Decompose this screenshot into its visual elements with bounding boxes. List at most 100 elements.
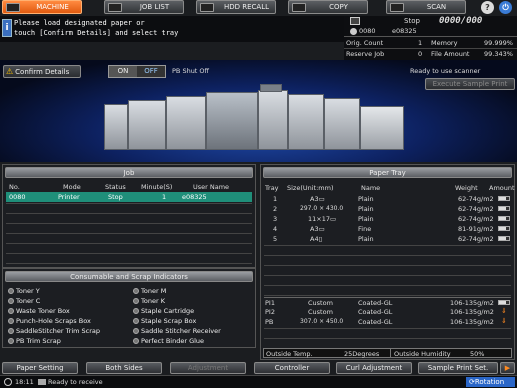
job-panel-title: Job bbox=[5, 167, 253, 178]
message-line-1: Please load designated paper or bbox=[14, 19, 145, 27]
indicator-saddle-trim: SaddleStitcher Trim Scrap bbox=[8, 327, 100, 335]
toner-icon bbox=[8, 298, 14, 304]
glue-icon bbox=[133, 338, 139, 344]
confirm-details-button[interactable]: ⚠ Confirm Details bbox=[3, 65, 81, 78]
receive-icon bbox=[38, 379, 46, 385]
status-panel: Stop 0000/000 0080 e08325 Orig. Count 1 … bbox=[344, 16, 517, 60]
tab-copy[interactable]: COPY bbox=[288, 0, 368, 14]
curl-adjustment-button[interactable]: Curl Adjustment bbox=[336, 362, 412, 374]
indicator-punch-hole: Punch-Hole Scraps Box bbox=[8, 317, 91, 325]
tray-row[interactable]: 5 A4▯ Plain 62-74g/m2 bbox=[264, 235, 511, 244]
job-col-minute: Minute(S) bbox=[141, 183, 173, 191]
indicator-binder-glue: Perfect Binder Glue bbox=[133, 337, 204, 345]
outside-temp-label: Outside Temp. bbox=[266, 350, 313, 358]
tray-row-pb[interactable]: PB 307.0 × 450.0 Coated-GL 106-135g/m2 ⇓ bbox=[264, 317, 511, 326]
warning-icon: ⚠ bbox=[6, 67, 14, 76]
paper-setting-button[interactable]: Paper Setting bbox=[2, 362, 78, 374]
both-sides-button[interactable]: Both Sides bbox=[86, 362, 162, 374]
indicator-toner-y: Toner Y bbox=[8, 287, 40, 295]
paper-amount-gauge bbox=[498, 216, 510, 221]
user-name: e08325 bbox=[392, 27, 417, 35]
paper-amount-gauge bbox=[498, 196, 510, 201]
controller-button[interactable]: Controller bbox=[254, 362, 330, 374]
reserve-job-label: Reserve Job bbox=[346, 50, 385, 58]
message-area: i Please load designated paper or touch … bbox=[0, 16, 344, 42]
scan-icon bbox=[390, 2, 404, 12]
job-list-icon bbox=[108, 2, 122, 12]
ready-scanner-text: Ready to use scanner bbox=[410, 67, 481, 75]
job-number: 0080 bbox=[359, 27, 376, 35]
info-icon: i bbox=[2, 19, 12, 37]
help-icon[interactable]: ? bbox=[481, 1, 494, 14]
scroll-arrow-icon[interactable]: ▶ bbox=[500, 362, 515, 374]
rotation-badge: ⟳Rotation bbox=[466, 377, 515, 387]
staple-icon bbox=[133, 318, 139, 324]
power-icon[interactable]: ⏻ bbox=[499, 1, 512, 14]
environment-bar: Outside Temp. 25Degrees Outside Humidity… bbox=[263, 348, 512, 358]
orig-count-label: Orig. Count bbox=[346, 39, 384, 47]
machine-view: ⚠ Confirm Details ON OFF PB Shut Off Read… bbox=[0, 60, 517, 162]
tray-col-weight: Weight bbox=[455, 184, 478, 192]
job-col-no: No. bbox=[9, 183, 20, 191]
indicator-toner-k: Toner K bbox=[133, 297, 165, 305]
counter-display: 0000/000 bbox=[439, 16, 483, 26]
indicator-toner-m: Toner M bbox=[133, 287, 166, 295]
paper-tray-title: Paper Tray bbox=[263, 167, 512, 178]
outside-humidity-label: Outside Humidity bbox=[394, 350, 451, 358]
sample-print-set-button[interactable]: Sample Print Set. bbox=[418, 362, 498, 374]
clock-icon bbox=[4, 378, 12, 386]
tray-row[interactable]: 4 A3▭ Fine 81-91g/m2 bbox=[264, 225, 511, 234]
tray-col-tray: Tray bbox=[265, 184, 279, 192]
paper-amount-gauge bbox=[498, 226, 510, 231]
paper-tray-panel: Paper Tray Tray Size(Unit:mm) Name Weigh… bbox=[260, 164, 515, 360]
indicator-toner-c: Toner C bbox=[8, 297, 40, 305]
paper-amount-gauge bbox=[498, 236, 510, 241]
tray-row[interactable]: 1 A3▭ Plain 62-74g/m2 bbox=[264, 195, 511, 204]
file-amount-value: 99.343% bbox=[484, 50, 513, 58]
tray-col-name: Name bbox=[361, 184, 381, 192]
job-col-status: Status bbox=[105, 183, 126, 191]
toggle-off[interactable]: OFF bbox=[137, 66, 165, 77]
user-icon bbox=[350, 28, 357, 35]
tab-hdd-recall[interactable]: HDD RECALL bbox=[196, 0, 276, 14]
tray-col-amount: Amount bbox=[489, 184, 515, 192]
tab-machine[interactable]: MACHINE bbox=[2, 0, 82, 14]
machine-icon bbox=[6, 2, 20, 12]
job-col-user: User Name bbox=[193, 183, 230, 191]
indicator-staple-scrap: Staple Scrap Box bbox=[133, 317, 196, 325]
memory-value: 99.999% bbox=[484, 39, 513, 47]
receiver-icon bbox=[133, 328, 139, 334]
reserve-job-value: 0 bbox=[418, 50, 423, 58]
trim-icon bbox=[8, 338, 14, 344]
outside-temp-value: 25Degrees bbox=[344, 350, 380, 358]
consumables-title: Consumable and Scrap Indicators bbox=[5, 271, 253, 282]
tray-row-pi2[interactable]: PI2 Custom Coated-GL 106-135g/m2 ⇓ bbox=[264, 307, 511, 316]
toggle-on[interactable]: ON bbox=[109, 66, 137, 77]
tray-row-pi1[interactable]: PI1 Custom Coated-GL 106-135g/m2 bbox=[264, 297, 511, 307]
toner-icon bbox=[8, 288, 14, 294]
indicator-saddle-receiver: Saddle Stitcher Receiver bbox=[133, 327, 221, 335]
tray-row[interactable]: 2 297.0 × 430.0 Plain 62-74g/m2 bbox=[264, 205, 511, 214]
orig-count-value: 1 bbox=[418, 39, 423, 47]
tray-row[interactable]: 3 11×17▭ Plain 62-74g/m2 bbox=[264, 215, 511, 224]
job-row-selected[interactable]: 0080 Printer Stop 1 e08325 bbox=[6, 192, 252, 202]
footer-status: Ready to receive bbox=[48, 378, 103, 386]
file-amount-label: File Amount bbox=[431, 50, 470, 58]
execute-sample-print-button[interactable]: Execute Sample Print bbox=[425, 78, 515, 90]
waste-toner-icon bbox=[8, 308, 14, 314]
copy-icon bbox=[292, 2, 306, 12]
consumables-panel: Consumable and Scrap Indicators Toner Y … bbox=[2, 268, 256, 348]
indicator-pb-trim: PB Trim Scrap bbox=[8, 337, 61, 345]
staple-icon bbox=[133, 308, 139, 314]
toner-icon bbox=[133, 288, 139, 294]
footer: 18:11 Ready to receive ⟳Rotation bbox=[0, 375, 517, 388]
message-line-2: touch [Confirm Details] and select tray bbox=[14, 29, 179, 37]
pb-shutoff-toggle[interactable]: ON OFF bbox=[108, 65, 166, 78]
job-panel: Job No. Mode Status Minute(S) User Name … bbox=[2, 164, 256, 268]
tab-job-list[interactable]: JOB LIST bbox=[104, 0, 184, 14]
tab-scan[interactable]: SCAN bbox=[386, 0, 466, 14]
adjustment-button[interactable]: Adjustment bbox=[170, 362, 246, 374]
job-col-mode: Mode bbox=[63, 183, 81, 191]
indicator-waste-toner: Waste Toner Box bbox=[8, 307, 70, 315]
trim-icon bbox=[8, 328, 14, 334]
